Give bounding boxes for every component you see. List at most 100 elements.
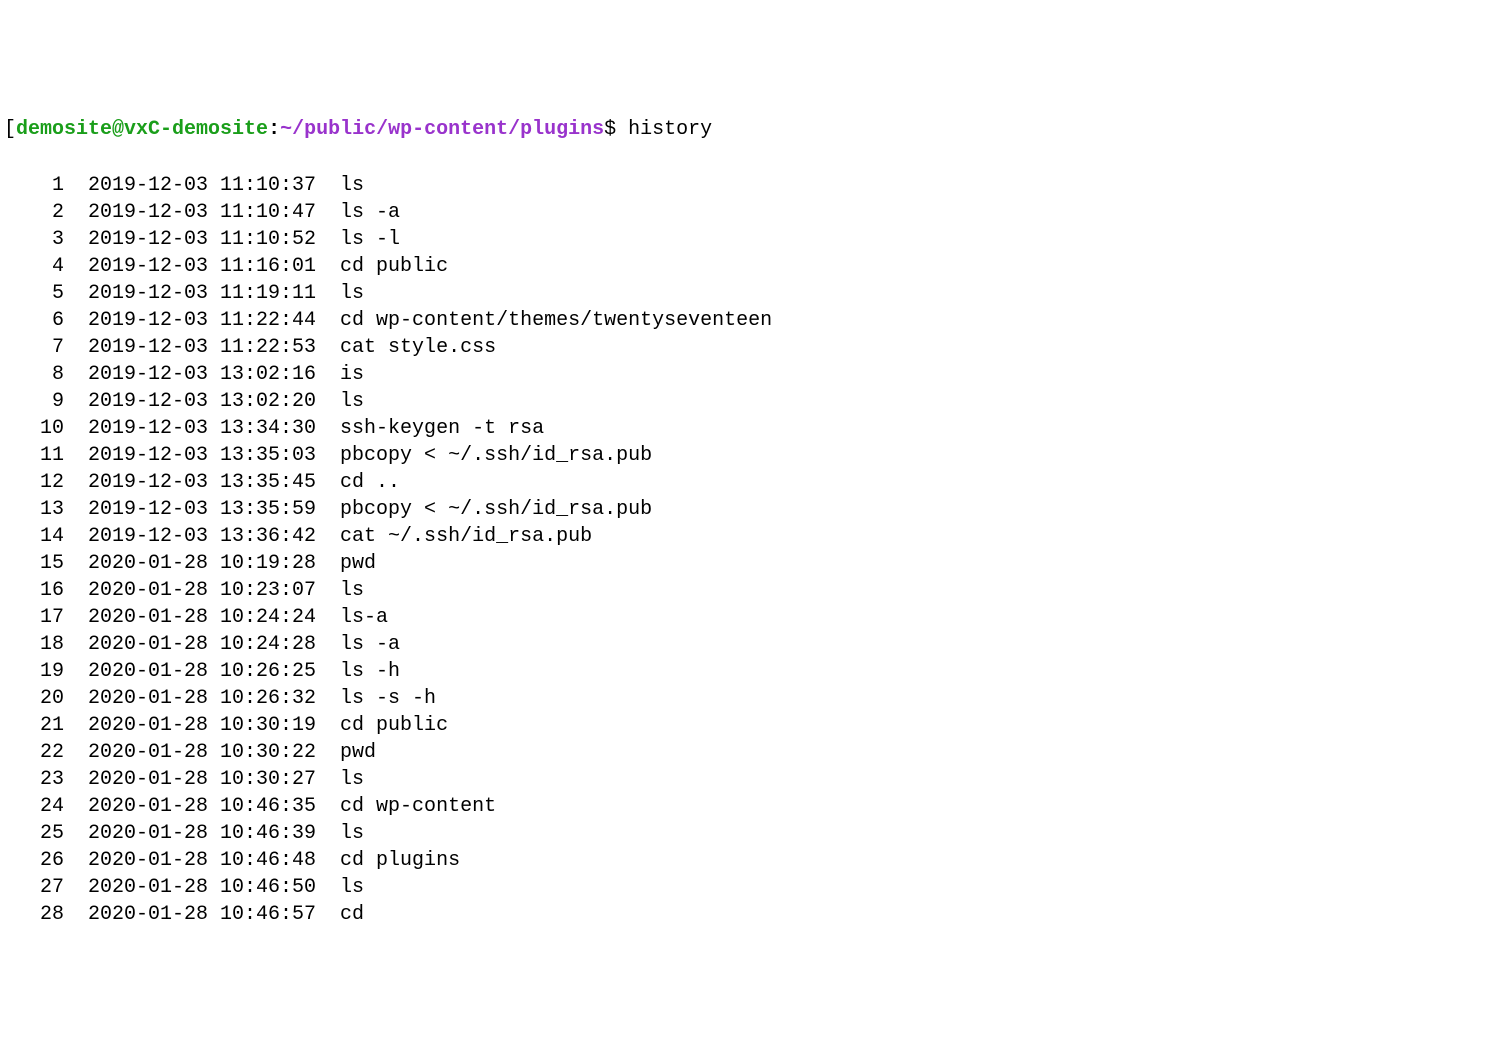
- prompt-bracket: [: [4, 118, 16, 141]
- history-line-number: 17: [4, 604, 64, 631]
- spacer: [316, 253, 340, 280]
- history-command: ls-a: [340, 604, 388, 631]
- history-command: pwd: [340, 739, 376, 766]
- history-line: 15 2020-01-28 10:19:28 pwd: [4, 550, 1500, 577]
- history-command: ls -s -h: [340, 685, 436, 712]
- history-line-number: 21: [4, 712, 64, 739]
- spacer: [316, 334, 340, 361]
- spacer: [316, 361, 340, 388]
- history-line: 28 2020-01-28 10:46:57 cd: [4, 901, 1500, 928]
- history-line: 17 2020-01-28 10:24:24 ls-a: [4, 604, 1500, 631]
- spacer: [316, 712, 340, 739]
- spacer: [316, 685, 340, 712]
- spacer: [316, 739, 340, 766]
- history-line: 9 2019-12-03 13:02:20 ls: [4, 388, 1500, 415]
- history-timestamp: 2020-01-28 10:26:25: [88, 658, 316, 685]
- spacer: [316, 793, 340, 820]
- prompt-colon: :: [268, 118, 280, 141]
- history-line-number: 4: [4, 253, 64, 280]
- spacer: [64, 199, 88, 226]
- history-line-number: 24: [4, 793, 64, 820]
- history-line: 6 2019-12-03 11:22:44 cd wp-content/them…: [4, 307, 1500, 334]
- spacer: [64, 550, 88, 577]
- history-timestamp: 2019-12-03 11:22:53: [88, 334, 316, 361]
- history-line: 1 2019-12-03 11:10:37 ls: [4, 172, 1500, 199]
- history-line-number: 6: [4, 307, 64, 334]
- history-command: cd wp-content/themes/twentyseventeen: [340, 307, 772, 334]
- prompt-user-host: demosite@vxC-demosite: [16, 118, 268, 141]
- history-line-number: 8: [4, 361, 64, 388]
- history-timestamp: 2019-12-03 11:10:47: [88, 199, 316, 226]
- history-command: cd public: [340, 253, 448, 280]
- history-line: 27 2020-01-28 10:46:50 ls: [4, 874, 1500, 901]
- spacer: [64, 604, 88, 631]
- history-line: 8 2019-12-03 13:02:16 is: [4, 361, 1500, 388]
- history-line: 2 2019-12-03 11:10:47 ls -a: [4, 199, 1500, 226]
- history-timestamp: 2019-12-03 13:34:30: [88, 415, 316, 442]
- spacer: [64, 658, 88, 685]
- spacer: [64, 388, 88, 415]
- history-line: 13 2019-12-03 13:35:59 pbcopy < ~/.ssh/i…: [4, 496, 1500, 523]
- history-command: ls -a: [340, 631, 400, 658]
- history-line-number: 27: [4, 874, 64, 901]
- history-command: ls: [340, 874, 364, 901]
- history-line: 25 2020-01-28 10:46:39 ls: [4, 820, 1500, 847]
- spacer: [64, 442, 88, 469]
- history-timestamp: 2019-12-03 13:35:59: [88, 496, 316, 523]
- history-line-number: 22: [4, 739, 64, 766]
- history-command: ls -l: [340, 226, 400, 253]
- history-command: ls: [340, 280, 364, 307]
- history-command: ls -a: [340, 199, 400, 226]
- spacer: [316, 577, 340, 604]
- history-command: pbcopy < ~/.ssh/id_rsa.pub: [340, 442, 652, 469]
- history-timestamp: 2019-12-03 13:02:20: [88, 388, 316, 415]
- history-line-number: 16: [4, 577, 64, 604]
- history-timestamp: 2019-12-03 11:10:52: [88, 226, 316, 253]
- terminal-prompt-line[interactable]: [demosite@vxC-demosite:~/public/wp-conte…: [4, 116, 1500, 143]
- spacer: [64, 280, 88, 307]
- history-command: cd public: [340, 712, 448, 739]
- spacer: [64, 523, 88, 550]
- spacer: [316, 766, 340, 793]
- history-line-number: 5: [4, 280, 64, 307]
- history-timestamp: 2020-01-28 10:46:50: [88, 874, 316, 901]
- prompt-path: ~/public/wp-content/plugins: [280, 118, 604, 141]
- spacer: [64, 874, 88, 901]
- history-timestamp: 2019-12-03 11:22:44: [88, 307, 316, 334]
- history-timestamp: 2020-01-28 10:23:07: [88, 577, 316, 604]
- history-line: 10 2019-12-03 13:34:30 ssh-keygen -t rsa: [4, 415, 1500, 442]
- history-timestamp: 2020-01-28 10:26:32: [88, 685, 316, 712]
- history-line-number: 26: [4, 847, 64, 874]
- spacer: [316, 226, 340, 253]
- history-line-number: 9: [4, 388, 64, 415]
- spacer: [316, 550, 340, 577]
- history-line: 12 2019-12-03 13:35:45 cd ..: [4, 469, 1500, 496]
- history-line: 14 2019-12-03 13:36:42 cat ~/.ssh/id_rsa…: [4, 523, 1500, 550]
- spacer: [316, 901, 340, 928]
- history-timestamp: 2019-12-03 13:36:42: [88, 523, 316, 550]
- history-line-number: 3: [4, 226, 64, 253]
- spacer: [316, 874, 340, 901]
- history-output: 1 2019-12-03 11:10:37 ls2 2019-12-03 11:…: [4, 172, 1500, 928]
- spacer: [64, 577, 88, 604]
- spacer: [64, 334, 88, 361]
- typed-command: history: [628, 118, 712, 141]
- history-line-number: 12: [4, 469, 64, 496]
- history-timestamp: 2019-12-03 13:35:03: [88, 442, 316, 469]
- history-line-number: 28: [4, 901, 64, 928]
- spacer: [316, 388, 340, 415]
- history-line-number: 2: [4, 199, 64, 226]
- history-line: 7 2019-12-03 11:22:53 cat style.css: [4, 334, 1500, 361]
- spacer: [316, 604, 340, 631]
- history-timestamp: 2020-01-28 10:30:22: [88, 739, 316, 766]
- spacer: [316, 199, 340, 226]
- history-line-number: 19: [4, 658, 64, 685]
- spacer: [64, 766, 88, 793]
- history-command: cat ~/.ssh/id_rsa.pub: [340, 523, 592, 550]
- history-timestamp: 2020-01-28 10:46:35: [88, 793, 316, 820]
- history-timestamp: 2019-12-03 11:10:37: [88, 172, 316, 199]
- spacer: [64, 712, 88, 739]
- history-command: cat style.css: [340, 334, 496, 361]
- spacer: [64, 685, 88, 712]
- history-line: 19 2020-01-28 10:26:25 ls -h: [4, 658, 1500, 685]
